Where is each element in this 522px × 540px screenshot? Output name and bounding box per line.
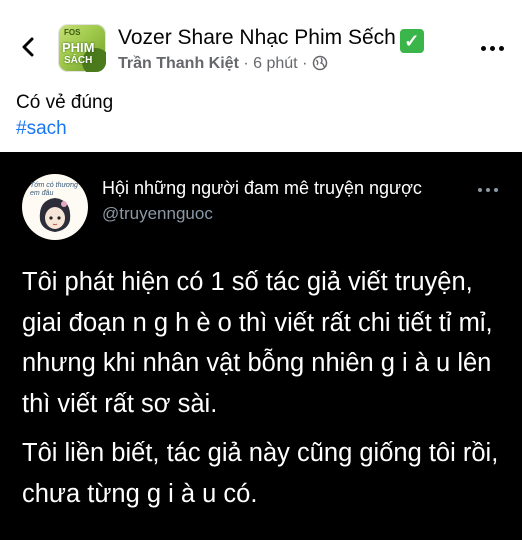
author-name[interactable]: Trần Thanh Kiệt [118, 55, 239, 72]
tweet-body: Tôi phát hiện có 1 số tác giả viết truyệ… [22, 262, 508, 514]
tweet-screenshot: Tớm có thương em đâu Hội những người đam… [0, 152, 522, 540]
group-avatar-text-1: FOS [64, 28, 81, 37]
check-mark-icon: ✓ [399, 29, 424, 53]
group-avatar-text-2: PHIM [62, 40, 95, 55]
tweet-paragraph: Tôi phát hiện có 1 số tác giả viết truyệ… [22, 268, 493, 418]
group-name[interactable]: Vozer Share Nhạc Phim Sếch ✓ [118, 26, 424, 53]
post-caption: Có vẻ đúng [16, 92, 114, 113]
back-arrow-icon[interactable] [18, 36, 40, 58]
meta-separator-2: · [302, 55, 308, 72]
tweet-paragraph: Tôi liền biết, tác giả này cũng giống tô… [22, 439, 499, 508]
meta-separator: · [243, 55, 249, 72]
tweet-more-icon[interactable] [478, 188, 500, 194]
tweet-avatar-text: Tớm có thương em đâu [30, 182, 78, 197]
post-header: FOS PHIM SÁCH Vozer Share Nhạc Phim Sếch… [0, 0, 522, 88]
group-name-label[interactable]: Vozer Share Nhạc Phim Sếch [118, 26, 396, 49]
tweet-handle[interactable]: @truyennguoc [102, 204, 213, 224]
post-time[interactable]: 6 phút [253, 55, 297, 72]
hashtag-link[interactable]: #sach [16, 118, 67, 140]
globe-icon [312, 55, 328, 71]
group-avatar-text-3: SÁCH [64, 55, 93, 66]
group-avatar[interactable]: FOS PHIM SÁCH [58, 24, 106, 72]
tweet-author-name[interactable]: Hội những người đam mê truyện ngược [102, 178, 422, 199]
post-meta: Trần Thanh Kiệt · 6 phút · [118, 55, 328, 73]
more-options-icon[interactable] [481, 46, 505, 54]
